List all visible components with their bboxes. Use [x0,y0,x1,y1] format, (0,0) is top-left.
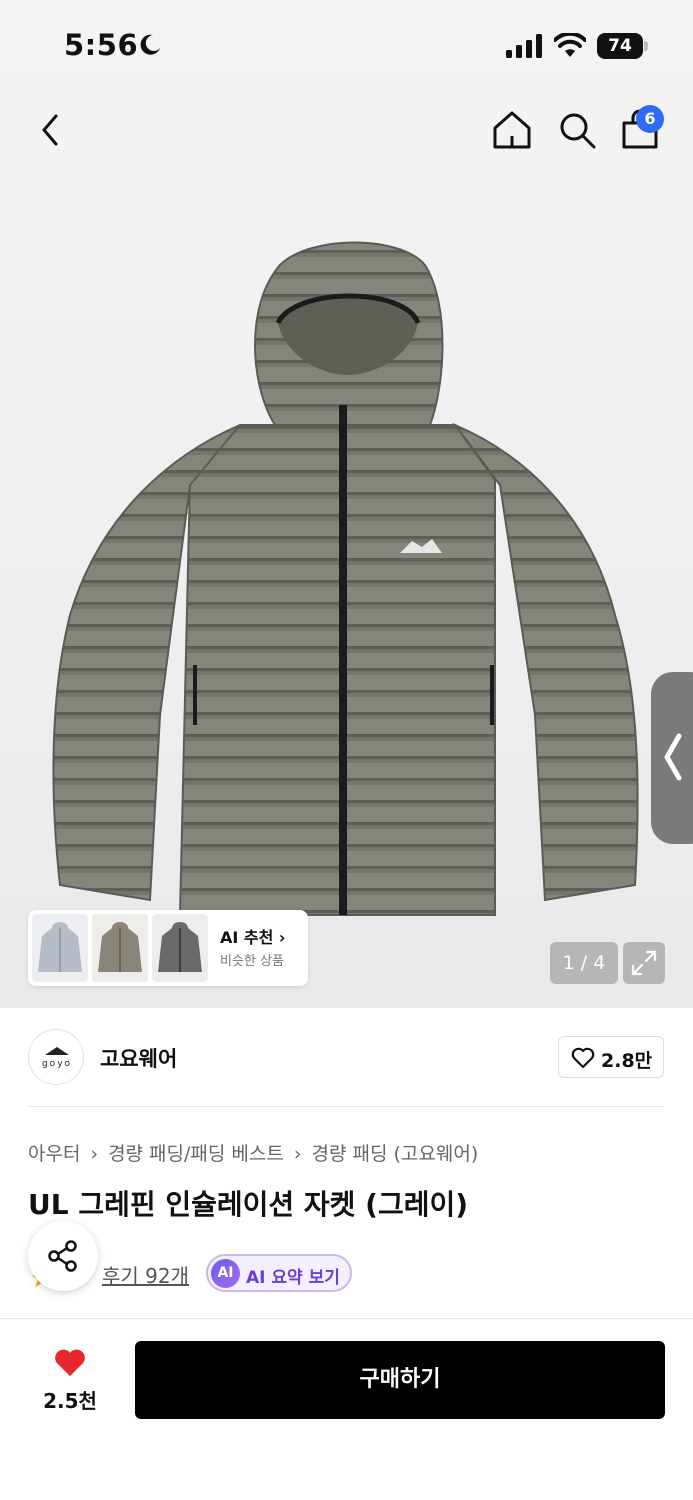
ai-recommend-card[interactable]: AI 추천 › 비슷한 상품 [28,910,308,986]
recommend-thumbnail-3[interactable] [152,914,208,982]
wishlist-count: 2.5천 [43,1389,97,1413]
brand-like-button[interactable]: 2.8만 [558,1036,664,1078]
ai-summary-label: AI 요약 보기 [246,1268,340,1288]
side-panel-tab[interactable] [651,672,693,844]
brand-like-count: 2.8만 [601,1050,653,1072]
status-bar: 5:56 74 [0,0,693,90]
brand-name[interactable]: 고요웨어 [100,1043,177,1073]
review-row: 후기 92개 AI AI 요약 보기 [28,1254,668,1294]
cellular-signal-icon [506,34,542,58]
breadcrumb-item[interactable]: 경량 패딩/패딩 베스트 [108,1143,284,1165]
breadcrumb: 아우터 › 경량 패딩/패딩 베스트 › 경량 패딩 (고요웨어) [28,1139,478,1166]
ai-recommend-subtitle: 비슷한 상품 [220,954,284,969]
wifi-icon [554,33,586,57]
breadcrumb-item[interactable]: 경량 패딩 (고요웨어) [311,1143,478,1165]
share-button[interactable] [28,1221,98,1291]
wishlist-button[interactable]: 2.5천 [30,1347,110,1417]
reviews-link[interactable]: 후기 92개 [102,1260,189,1289]
battery-icon: 74 [597,33,649,59]
recommend-thumbnail-1[interactable] [32,914,88,982]
svg-text:goyo: goyo [42,1059,72,1069]
image-pager: 1 / 4 [550,942,618,984]
home-button[interactable] [490,108,534,152]
recommend-thumbnail-2[interactable] [92,914,148,982]
divider [28,1106,664,1107]
share-icon [48,1240,77,1272]
chevron-right-icon: › [293,1143,302,1165]
back-button[interactable] [34,108,70,152]
brand-logo[interactable]: goyo [28,1029,84,1085]
cart-count-badge: 6 [636,105,664,133]
chevron-right-icon: › [90,1143,99,1165]
chevron-left-icon [664,733,682,781]
product-image-area: 5:56 74 6 AI 추천 › 비슷한 상품 1 / 4 [0,0,693,1008]
buy-button[interactable]: 구매하기 [135,1341,665,1419]
ai-badge-icon: AI [211,1259,240,1288]
expand-button[interactable] [623,942,665,984]
bottom-action-bar: 2.5천 구매하기 [0,1318,693,1500]
heart-outline-icon [571,1047,595,1069]
product-photo[interactable] [40,235,650,935]
battery-level: 74 [597,33,643,59]
search-button[interactable] [555,108,599,152]
breadcrumb-item[interactable]: 아우터 [28,1143,80,1165]
ai-summary-button[interactable]: AI AI 요약 보기 [206,1254,352,1292]
product-title: UL 그레핀 인슐레이션 자켓 (그레이) [28,1188,469,1221]
expand-icon [631,950,657,976]
status-time: 5:56 [64,28,139,62]
ai-recommend-title: AI 추천 › [220,928,286,947]
moon-icon [140,34,160,55]
heart-filled-icon [55,1349,85,1377]
